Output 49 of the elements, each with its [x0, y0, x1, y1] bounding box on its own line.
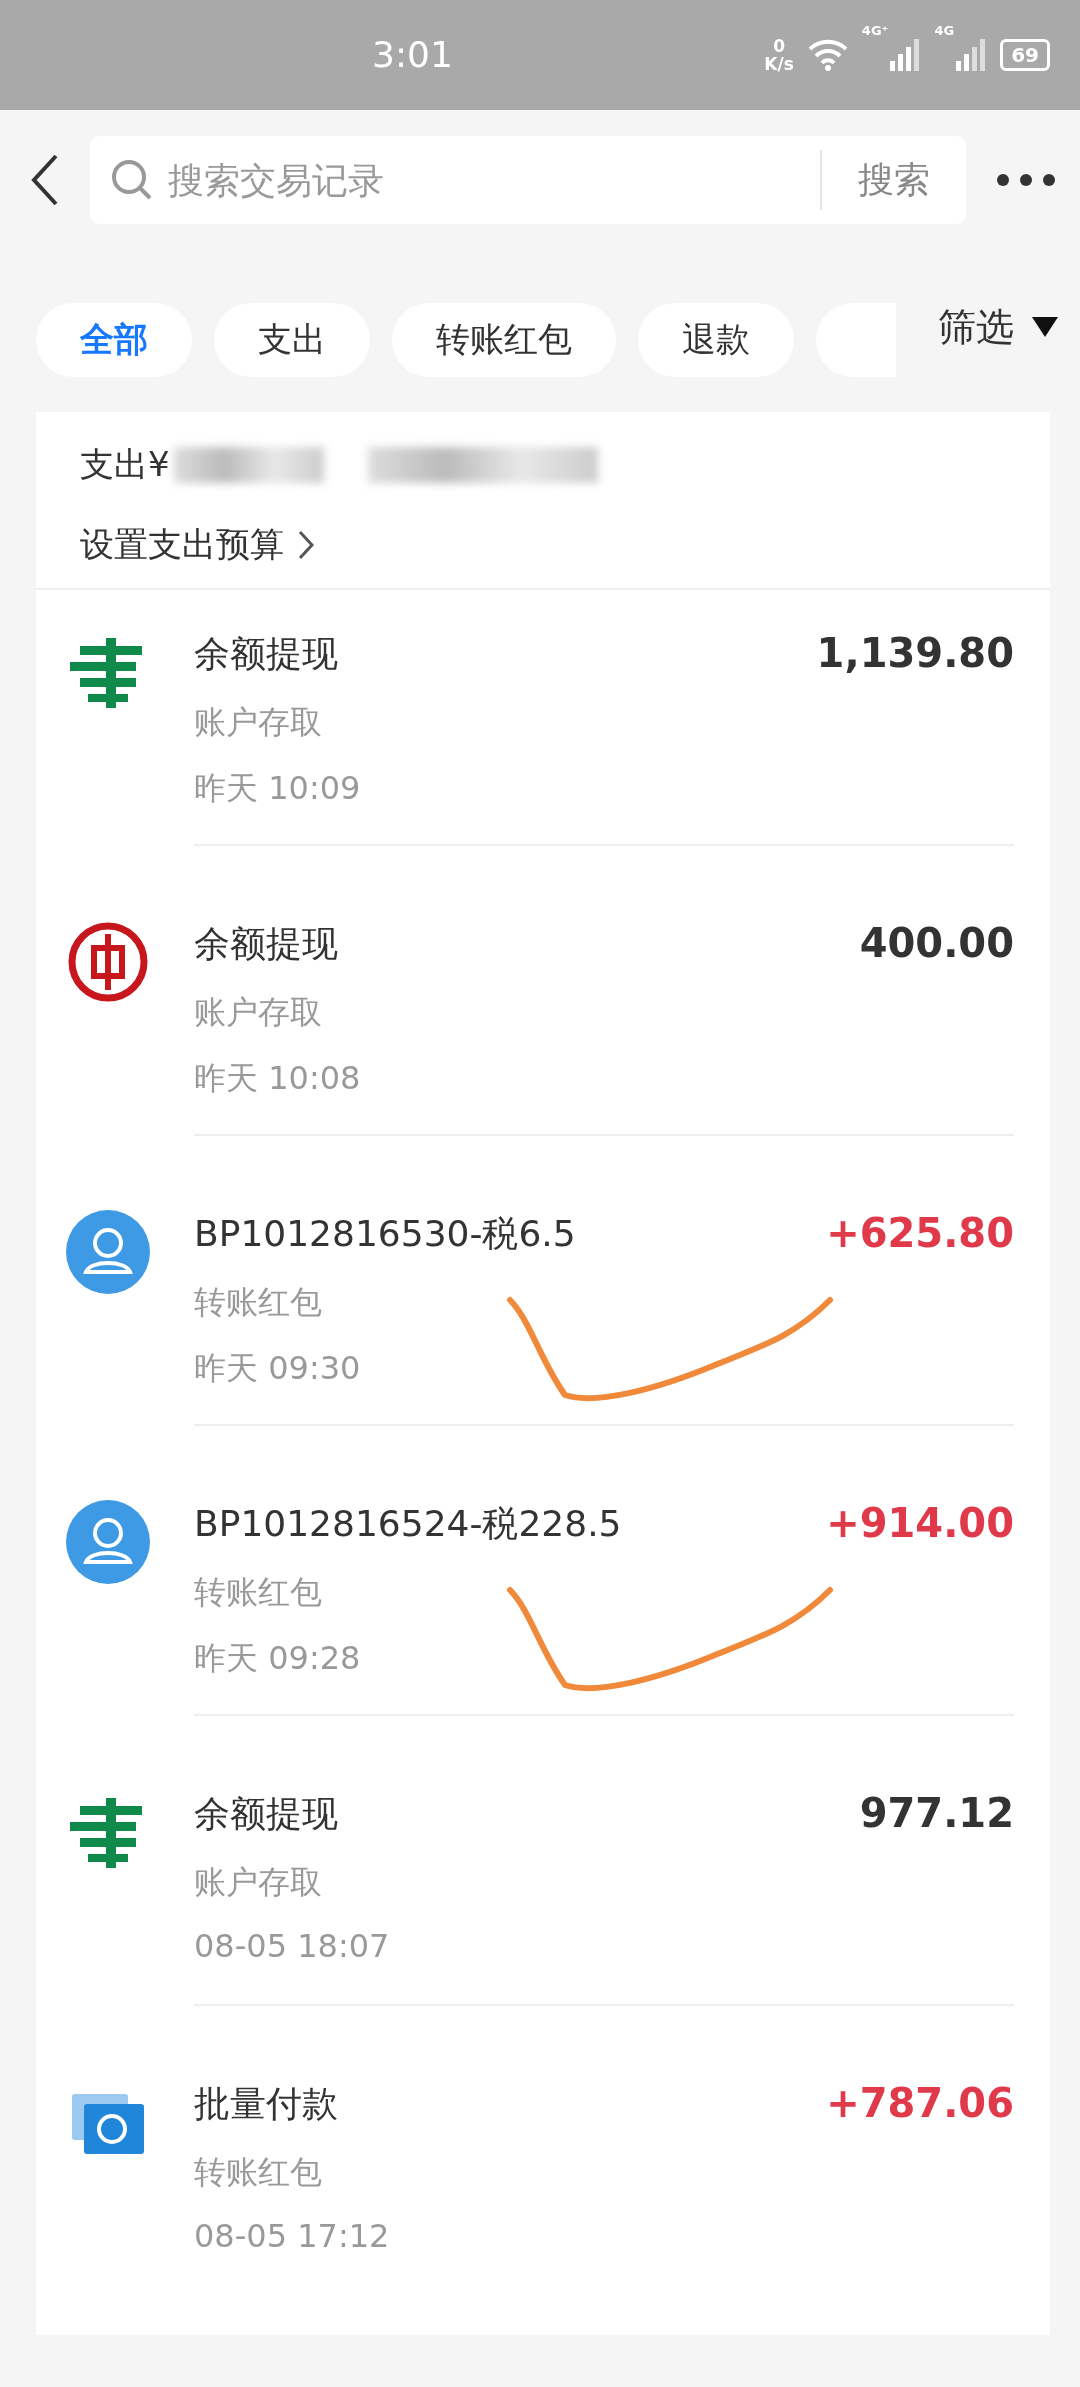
- avatar-icon: [66, 1500, 150, 1584]
- bank-logo-icon: [66, 920, 150, 1004]
- expense-summary-label: 支出¥: [80, 443, 170, 486]
- transaction-time: 昨天 10:09: [194, 768, 362, 809]
- transaction-amount: +914.00: [826, 1500, 1014, 1548]
- transaction-time: 昨天 09:30: [194, 1348, 362, 1389]
- transaction-category: 转账红包: [194, 2152, 323, 2193]
- transaction-category: 转账红包: [194, 1282, 323, 1323]
- transaction-amount: 1,139.80: [816, 630, 1014, 678]
- transaction-amount: 977.12: [859, 1790, 1014, 1838]
- battery-level: 69: [1000, 39, 1050, 71]
- transaction-title: BP1012816524-税228.5: [194, 1502, 622, 1546]
- back-button[interactable]: [30, 154, 60, 206]
- transaction-amount: 400.00: [859, 920, 1014, 968]
- transaction-title: 余额提现: [194, 922, 338, 966]
- network-type: 4G⁺: [861, 23, 889, 38]
- wifi-icon: [807, 39, 848, 71]
- filter-tab[interactable]: 全部: [36, 303, 192, 377]
- transaction-title: 批量付款: [194, 2082, 338, 2126]
- search-icon: [110, 158, 154, 202]
- transaction-title: 余额提现: [194, 1792, 338, 1836]
- transaction-category: 账户存取: [194, 1862, 323, 1903]
- filter-tab[interactable]: 退款: [638, 303, 794, 377]
- net-speed-value: 0: [773, 37, 785, 55]
- caret-icon: [1032, 317, 1058, 337]
- transaction-amount: +787.06: [826, 2080, 1014, 2128]
- transaction-title: BP1012816530-税6.5: [194, 1212, 576, 1256]
- transaction-time: 08-05 17:12: [194, 2217, 391, 2255]
- more-button[interactable]: [996, 173, 1056, 187]
- filter-tab[interactable]: 支出: [214, 303, 370, 377]
- filter-tab[interactable]: 转账红包: [392, 303, 616, 377]
- transaction-time: 昨天 09:28: [194, 1638, 362, 1679]
- avatar-icon: [66, 1210, 150, 1294]
- chevron-icon: [298, 530, 314, 560]
- signal-icon: [956, 39, 987, 71]
- search-button[interactable]: 搜索: [820, 150, 946, 210]
- network-type: 4G: [934, 23, 955, 38]
- transaction-amount: +625.80: [826, 1210, 1014, 1258]
- net-speed-unit: K/s: [764, 55, 794, 73]
- transaction-category: 账户存取: [194, 992, 323, 1033]
- budget-link[interactable]: 设置支出预算: [80, 522, 1006, 568]
- search-field[interactable]: 搜索交易记录 搜索: [90, 136, 966, 224]
- transaction-category: 账户存取: [194, 702, 323, 743]
- status-time: 3:01: [372, 34, 453, 75]
- transaction-title: 余额提现: [194, 632, 338, 676]
- transaction-time: 08-05 18:07: [194, 1927, 391, 1965]
- transaction-time: 昨天 10:08: [194, 1058, 362, 1099]
- transaction-category: 转账红包: [194, 1572, 323, 1613]
- signal-icon: [890, 39, 921, 71]
